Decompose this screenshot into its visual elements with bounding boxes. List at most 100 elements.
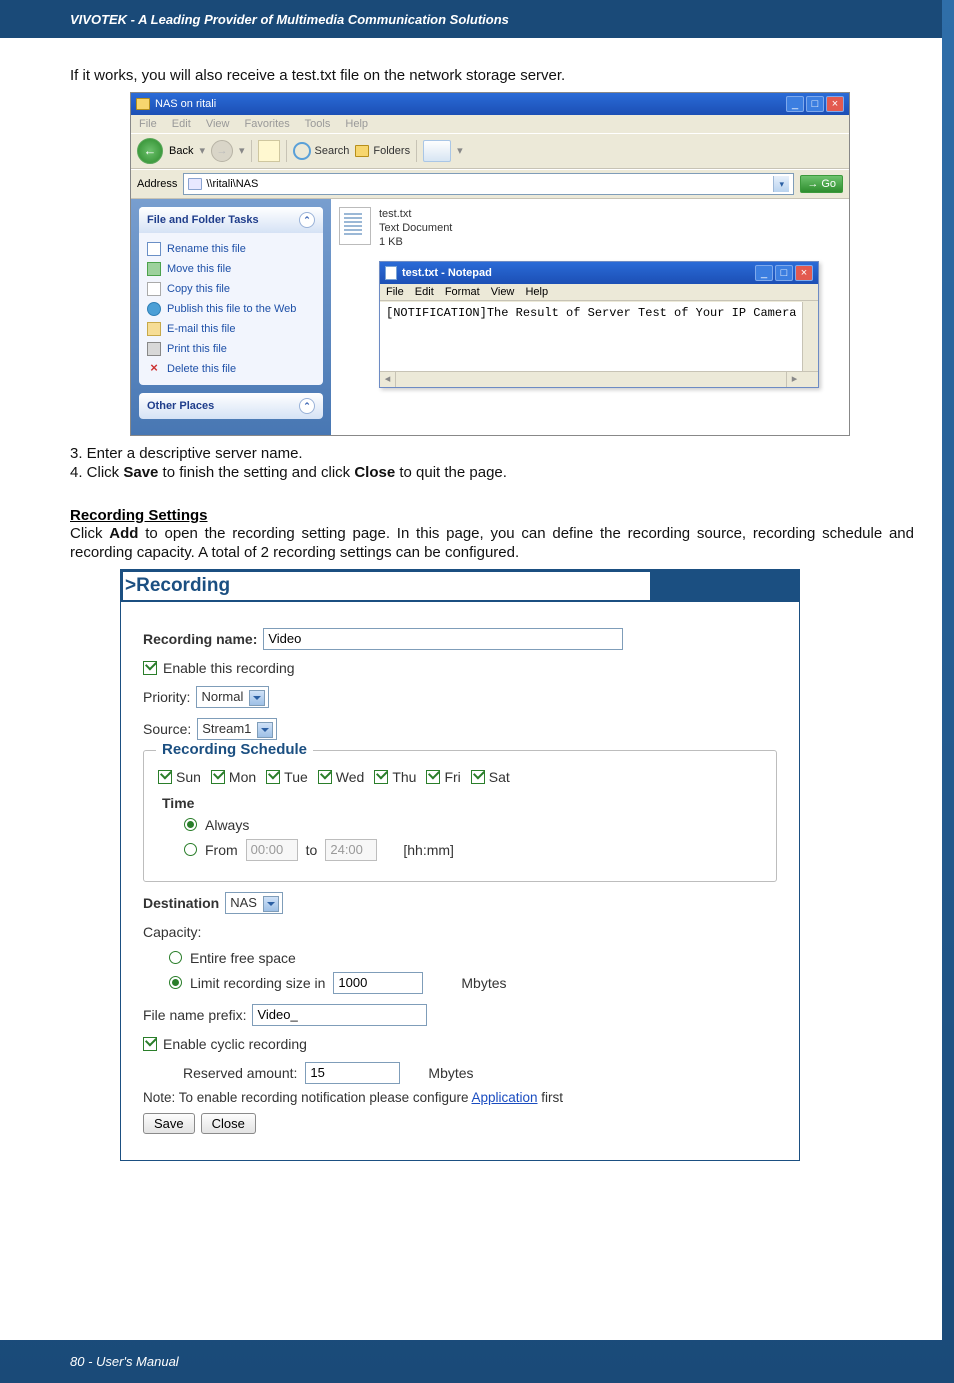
task-delete[interactable]: ×Delete this file: [147, 359, 315, 379]
reserved-label: Reserved amount:: [183, 1065, 297, 1081]
prefix-input[interactable]: [252, 1004, 427, 1026]
address-input[interactable]: \\ritali\NAS ▾: [183, 173, 794, 195]
day-sat-label: Sat: [489, 769, 510, 785]
np-menu-view[interactable]: View: [491, 286, 515, 298]
file-item[interactable]: test.txt Text Document 1 KB: [339, 207, 841, 250]
menu-edit[interactable]: Edit: [172, 118, 191, 130]
task-copy[interactable]: Copy this file: [147, 279, 315, 299]
address-dropdown[interactable]: ▾: [773, 176, 789, 192]
address-value: \\ritali\NAS: [206, 178, 258, 190]
notepad-icon: [385, 266, 397, 280]
maximize-button[interactable]: □: [806, 96, 824, 112]
destination-select[interactable]: NAS: [225, 892, 283, 914]
task-email[interactable]: E-mail this file: [147, 319, 315, 339]
np-vscroll[interactable]: [802, 302, 818, 371]
day-sun-label: Sun: [176, 769, 201, 785]
explorer-menubar[interactable]: File Edit View Favorites Tools Help: [131, 115, 849, 133]
from-time-input[interactable]: [246, 839, 298, 861]
collapse-icon[interactable]: ⌃: [299, 398, 315, 414]
task-move[interactable]: Move this file: [147, 259, 315, 279]
np-minimize-button[interactable]: _: [755, 265, 773, 281]
explorer-window: NAS on ritali _ □ × File Edit View Favor…: [130, 92, 850, 436]
day-sat-checkbox[interactable]: [471, 770, 485, 784]
priority-label: Priority:: [143, 689, 190, 705]
file-name: test.txt: [379, 207, 452, 221]
prefix-label: File name prefix:: [143, 1007, 246, 1023]
menu-help[interactable]: Help: [345, 118, 368, 130]
day-fri-checkbox[interactable]: [426, 770, 440, 784]
cyclic-label: Enable cyclic recording: [163, 1036, 307, 1052]
application-link[interactable]: Application: [471, 1090, 537, 1105]
tasks-panel-title: File and Folder Tasks: [147, 214, 259, 226]
limit-size-input[interactable]: [333, 972, 423, 994]
note-line: Note: To enable recording notification p…: [143, 1090, 777, 1105]
forward-button[interactable]: →: [211, 140, 233, 162]
from-label: From: [205, 842, 238, 858]
np-menu-edit[interactable]: Edit: [415, 286, 434, 298]
explorer-main: test.txt Text Document 1 KB test.txt - N…: [331, 199, 849, 435]
np-menu-help[interactable]: Help: [525, 286, 548, 298]
always-radio[interactable]: [184, 818, 197, 831]
menu-tools[interactable]: Tools: [305, 118, 331, 130]
entire-space-radio[interactable]: [169, 951, 182, 964]
back-button[interactable]: ←: [137, 138, 163, 164]
recording-banner: >Recording: [123, 572, 650, 600]
task-publish[interactable]: Publish this file to the Web: [147, 299, 315, 319]
close-button[interactable]: ×: [826, 96, 844, 112]
day-tue-checkbox[interactable]: [266, 770, 280, 784]
destination-label: Destination: [143, 895, 219, 911]
views-button[interactable]: [423, 140, 451, 162]
task-print[interactable]: Print this file: [147, 339, 315, 359]
file-type: Text Document: [379, 221, 452, 235]
folders-icon: [355, 145, 369, 157]
day-wed-label: Wed: [336, 769, 365, 785]
page-footer: 80 - User's Manual: [0, 1340, 954, 1383]
to-label: to: [306, 842, 318, 858]
go-button[interactable]: →Go: [800, 175, 843, 193]
cyclic-checkbox[interactable]: [143, 1037, 157, 1051]
recording-heading: Recording Settings: [70, 507, 914, 524]
copy-icon: [147, 282, 161, 296]
collapse-icon[interactable]: ⌃: [299, 212, 315, 228]
day-wed-checkbox[interactable]: [318, 770, 332, 784]
menu-view[interactable]: View: [206, 118, 230, 130]
recording-name-label: Recording name:: [143, 631, 257, 647]
from-radio[interactable]: [184, 843, 197, 856]
step-3: 3. Enter a descriptive server name.: [70, 444, 914, 464]
priority-select[interactable]: Normal: [196, 686, 269, 708]
close-button[interactable]: Close: [201, 1113, 256, 1134]
recording-name-input[interactable]: [263, 628, 623, 650]
np-maximize-button[interactable]: □: [775, 265, 793, 281]
task-rename[interactable]: Rename this file: [147, 239, 315, 259]
search-icon: [293, 142, 311, 160]
limit-size-label: Limit recording size in: [190, 975, 325, 991]
notepad-window: test.txt - Notepad _ □ × File Edit Forma…: [379, 261, 819, 388]
mbytes-label: Mbytes: [461, 975, 506, 991]
np-menu-file[interactable]: File: [386, 286, 404, 298]
folders-button[interactable]: Folders: [355, 145, 410, 157]
save-button[interactable]: Save: [143, 1113, 195, 1134]
back-label[interactable]: Back: [169, 145, 193, 157]
enable-recording-checkbox[interactable]: [143, 661, 157, 675]
menu-file[interactable]: File: [139, 118, 157, 130]
np-hscroll[interactable]: ◂▸: [380, 371, 818, 387]
source-select[interactable]: Stream1: [197, 718, 277, 740]
address-label: Address: [137, 178, 177, 190]
to-time-input[interactable]: [325, 839, 377, 861]
np-menu-format[interactable]: Format: [445, 286, 480, 298]
notepad-menubar[interactable]: File Edit Format View Help: [380, 284, 818, 301]
day-thu-checkbox[interactable]: [374, 770, 388, 784]
explorer-toolbar: ← Back▾ →▾ Search Folders ▾: [131, 133, 849, 169]
up-button[interactable]: [258, 140, 280, 162]
day-mon-checkbox[interactable]: [211, 770, 225, 784]
np-close-button[interactable]: ×: [795, 265, 813, 281]
minimize-button[interactable]: _: [786, 96, 804, 112]
explorer-titlebar[interactable]: NAS on ritali _ □ ×: [131, 93, 849, 115]
reserved-input[interactable]: [305, 1062, 400, 1084]
day-sun-checkbox[interactable]: [158, 770, 172, 784]
limit-size-radio[interactable]: [169, 976, 182, 989]
menu-favorites[interactable]: Favorites: [245, 118, 290, 130]
print-icon: [147, 342, 161, 356]
notepad-content[interactable]: [NOTIFICATION]The Result of Server Test …: [380, 301, 818, 371]
search-button[interactable]: Search: [293, 142, 350, 160]
